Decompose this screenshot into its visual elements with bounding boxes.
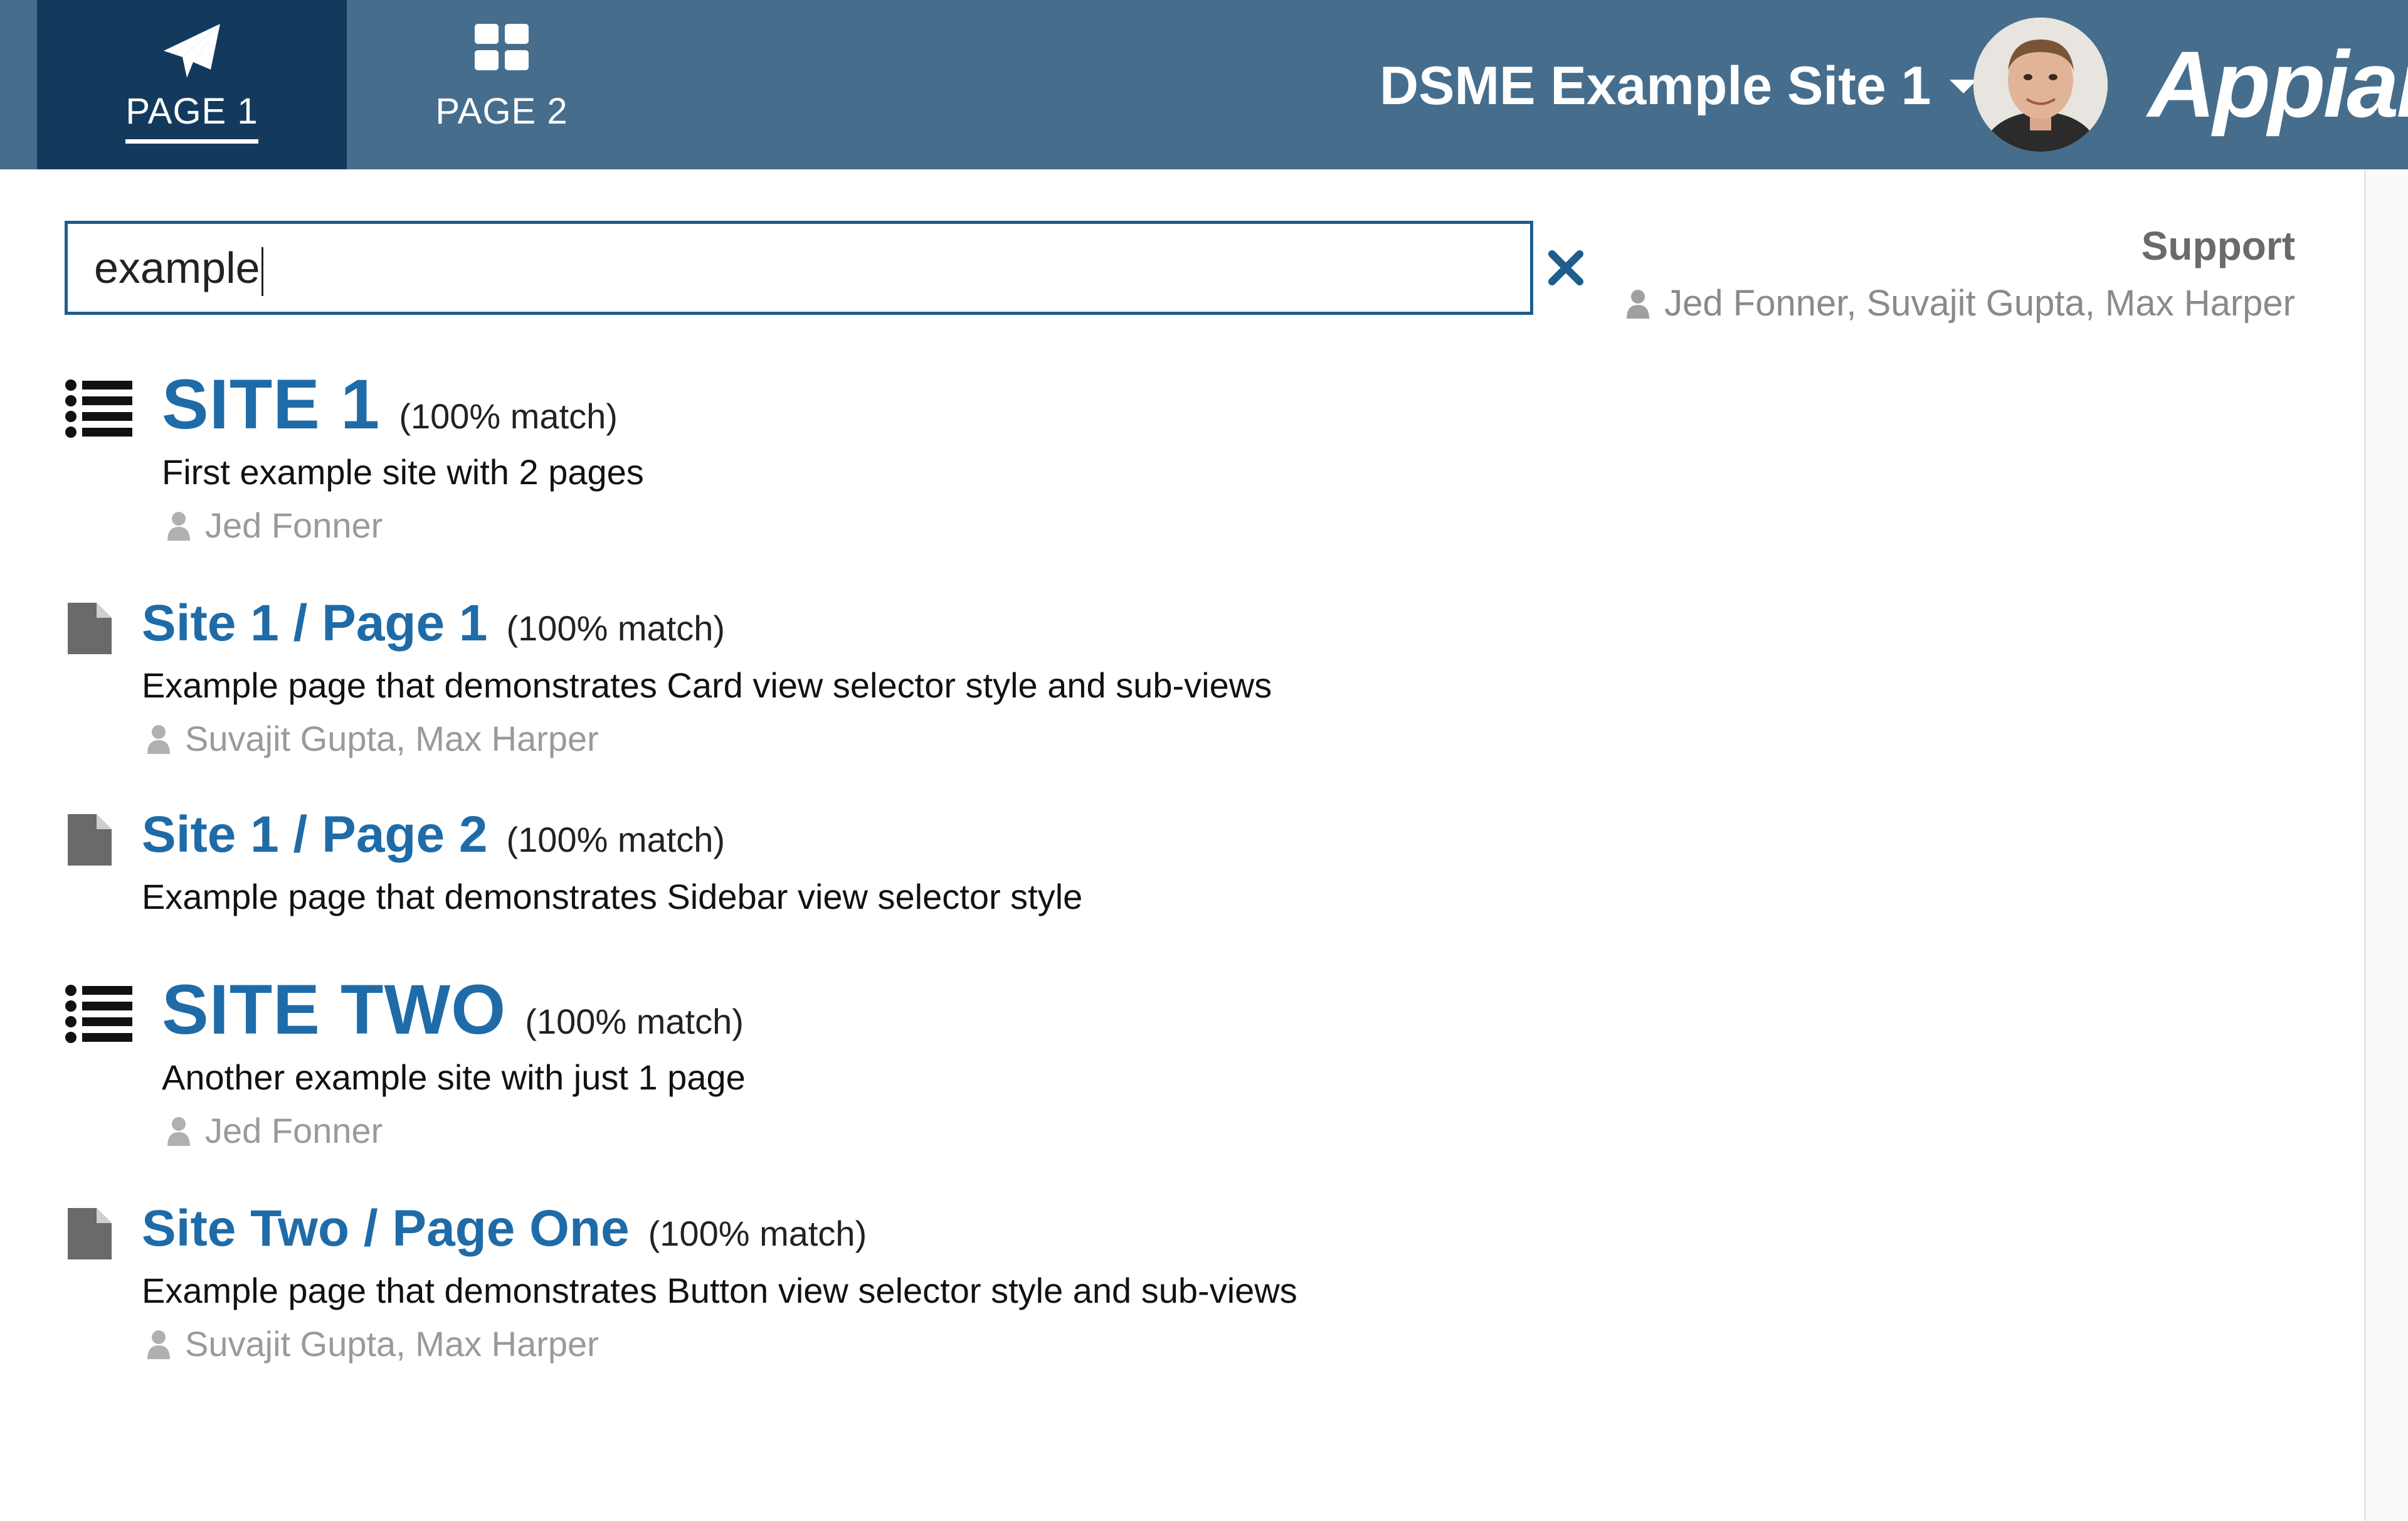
user-icon	[167, 1116, 190, 1146]
owners-text: Suvajit Gupta, Max Harper	[185, 1324, 599, 1364]
result-title: Site 1 / Page 1	[142, 595, 488, 652]
scrollbar[interactable]	[2364, 169, 2408, 1521]
result-title: Site Two / Page One	[142, 1200, 630, 1257]
user-icon	[147, 724, 170, 754]
result-title: SITE 1	[162, 365, 381, 443]
result-title-link[interactable]: Site Two / Page One (100% match)	[142, 1199, 867, 1258]
result-title-link[interactable]: Site 1 / Page 1 (100% match)	[142, 594, 725, 653]
result-owners: Jed Fonner	[166, 505, 383, 546]
result-title-link[interactable]: SITE 1 (100% match)	[162, 364, 618, 445]
list-icon	[65, 379, 132, 438]
result-title-link[interactable]: SITE TWO (100% match)	[162, 969, 744, 1050]
top-header: PAGE 1 PAGE 2 DSME Example Site 1 Appia	[0, 0, 2408, 169]
owners-text: Jed Fonner	[205, 506, 383, 545]
user-icon	[147, 1330, 170, 1359]
match-score: (100% match)	[525, 1002, 744, 1041]
support-heading: Support	[2141, 223, 2295, 268]
result-description: First example site with 2 pages	[162, 452, 644, 492]
user-icon	[167, 511, 190, 541]
owners-text: Jed Fonner	[205, 1111, 383, 1150]
search-input[interactable]: example	[65, 221, 1533, 315]
result-description: Example page that demonstrates Sidebar v…	[142, 877, 1083, 916]
result-title-link[interactable]: Site 1 / Page 2 (100% match)	[142, 805, 725, 864]
search-input-value: example	[94, 243, 260, 292]
result-owners: Suvajit Gupta, Max Harper	[146, 1323, 599, 1364]
match-score: (100% match)	[399, 396, 618, 436]
site-switcher[interactable]: DSME Example Site 1	[1380, 55, 1978, 117]
result-owners: Jed Fonner	[166, 1110, 383, 1151]
tab-label: PAGE 1	[125, 92, 258, 144]
list-icon	[65, 985, 132, 1043]
avatar[interactable]	[1973, 18, 2108, 152]
support-names-text: Jed Fonner, Suvajit Gupta, Max Harper	[1664, 283, 2295, 324]
result-description: Example page that demonstrates Button vi…	[142, 1271, 1297, 1310]
match-score: (100% match)	[648, 1214, 867, 1253]
tab-label: PAGE 2	[435, 91, 568, 132]
support-owners: Jed Fonner, Suvajit Gupta, Max Harper	[1625, 282, 2295, 324]
result-description: Another example site with just 1 page	[162, 1057, 746, 1097]
document-icon	[68, 1208, 112, 1259]
appian-logo: Appian	[2148, 31, 2408, 137]
text-cursor	[261, 246, 263, 296]
result-description: Example page that demonstrates Card view…	[142, 665, 1272, 705]
document-icon	[68, 603, 112, 654]
paper-plane-icon	[161, 23, 223, 79]
tab-page-2[interactable]: PAGE 2	[347, 0, 657, 169]
owners-text: Suvajit Gupta, Max Harper	[185, 719, 599, 758]
tab-page-1[interactable]: PAGE 1	[37, 0, 347, 169]
result-title: SITE TWO	[162, 970, 507, 1049]
user-icon	[1627, 289, 1650, 319]
site-name-label: DSME Example Site 1	[1380, 56, 1931, 116]
result-title: Site 1 / Page 2	[142, 806, 488, 863]
document-icon	[68, 814, 112, 866]
grid-icon	[470, 23, 533, 79]
match-score: (100% match)	[506, 820, 726, 859]
result-owners: Suvajit Gupta, Max Harper	[146, 718, 599, 759]
match-score: (100% match)	[506, 608, 726, 648]
close-icon[interactable]	[1546, 248, 1586, 288]
